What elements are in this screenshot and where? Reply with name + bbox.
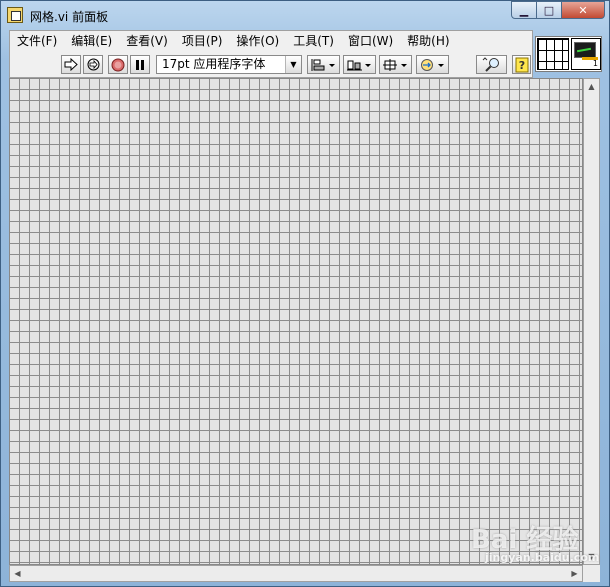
watermark-sub: jingyan.baidu.com bbox=[485, 551, 600, 564]
graph-screen-icon bbox=[574, 42, 596, 58]
align-objects-icon bbox=[311, 58, 335, 71]
pause-icon bbox=[136, 59, 144, 70]
font-select-value: 17pt 应用程序字体 bbox=[162, 57, 266, 71]
scroll-left-arrow-icon[interactable]: ◀ bbox=[10, 566, 25, 581]
close-button[interactable]: ✕ bbox=[561, 1, 605, 19]
window-controls: ▁ □ ✕ bbox=[511, 1, 605, 19]
align-objects-button[interactable] bbox=[307, 55, 340, 74]
scrollbar-corner bbox=[583, 565, 600, 582]
maximize-button[interactable]: □ bbox=[536, 1, 562, 19]
menu-bar: 文件(F) 编辑(E) 查看(V) 项目(P) 操作(O) 工具(T) 窗口(W… bbox=[9, 30, 533, 50]
connector-pane[interactable] bbox=[537, 38, 569, 70]
menu-tools[interactable]: 工具(T) bbox=[286, 32, 341, 49]
pause-button[interactable] bbox=[130, 55, 150, 74]
minimize-button[interactable]: ▁ bbox=[511, 1, 537, 19]
front-panel-canvas[interactable] bbox=[9, 78, 583, 565]
search-button[interactable] bbox=[476, 55, 507, 74]
reorder-icon bbox=[420, 58, 444, 71]
title-bar[interactable]: 网格.vi 前面板 ▁ □ ✕ bbox=[1, 1, 609, 30]
abort-button[interactable] bbox=[108, 55, 128, 74]
vertical-scrollbar[interactable]: ▲ ▼ bbox=[583, 78, 600, 565]
menu-project[interactable]: 项目(P) bbox=[175, 32, 230, 49]
baidu-watermark: Bai 经验 jingyan.baidu.com bbox=[471, 519, 599, 564]
font-select[interactable]: 17pt 应用程序字体 ▼ bbox=[156, 55, 302, 74]
resize-objects-icon bbox=[382, 58, 407, 71]
vi-icon[interactable]: 1 bbox=[571, 38, 601, 70]
run-continuously-button[interactable] bbox=[83, 55, 103, 74]
menu-help[interactable]: 帮助(H) bbox=[400, 32, 456, 49]
menu-edit[interactable]: 编辑(E) bbox=[64, 32, 119, 49]
distribute-objects-icon bbox=[346, 60, 371, 70]
menu-file[interactable]: 文件(F) bbox=[10, 32, 64, 49]
vi-icon-pane: 1 bbox=[535, 36, 602, 72]
scroll-right-arrow-icon[interactable]: ▶ bbox=[567, 566, 582, 581]
reorder-button[interactable] bbox=[416, 55, 449, 74]
menu-operate[interactable]: 操作(O) bbox=[229, 32, 286, 49]
search-icon bbox=[482, 56, 499, 72]
run-arrow-icon bbox=[64, 58, 78, 71]
window-title: 网格.vi 前面板 bbox=[30, 10, 109, 24]
stop-circle-icon bbox=[111, 58, 125, 71]
labview-app-icon bbox=[7, 7, 23, 23]
run-button[interactable] bbox=[61, 55, 81, 74]
context-help-button[interactable]: ? bbox=[512, 55, 531, 74]
connector-number: 1 bbox=[592, 59, 598, 68]
resize-objects-button[interactable] bbox=[379, 55, 412, 74]
chevron-down-icon: ▼ bbox=[285, 56, 301, 73]
menu-view[interactable]: 查看(V) bbox=[119, 32, 175, 49]
svg-text:?: ? bbox=[518, 59, 524, 72]
scroll-up-arrow-icon[interactable]: ▲ bbox=[584, 79, 599, 94]
labview-front-panel-window: 网格.vi 前面板 ▁ □ ✕ 文件(F) 编辑(E) 查看(V) 项目(P) … bbox=[0, 0, 610, 587]
menu-window[interactable]: 窗口(W) bbox=[341, 32, 400, 49]
run-continuously-icon bbox=[87, 58, 99, 71]
help-question-icon: ? bbox=[515, 57, 528, 72]
distribute-objects-button[interactable] bbox=[343, 55, 376, 74]
horizontal-scrollbar[interactable]: ◀ ▶ bbox=[9, 565, 583, 582]
toolbar: 17pt 应用程序字体 ▼ ? bbox=[9, 50, 533, 78]
